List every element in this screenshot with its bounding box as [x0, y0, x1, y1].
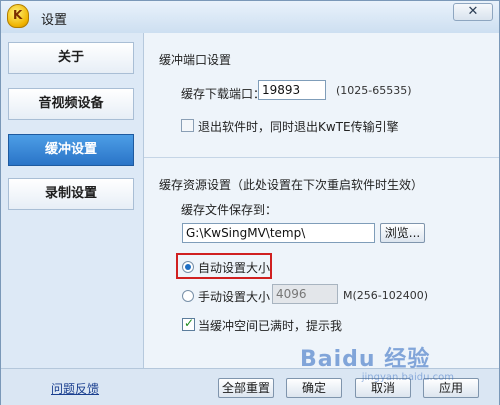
port-label: 缓存下载端口： [181, 87, 266, 101]
browse-button[interactable]: 浏览... [380, 223, 425, 243]
settings-window: 设置 ✕ 关于 音视频设备 缓冲设置 录制设置 缓冲端口设置 缓存下载端口： 1… [0, 0, 500, 405]
cache-section-title: 缓存资源设置（此处设置在下次重启软件时生效） [159, 178, 424, 192]
title-bar: 设置 ✕ [1, 1, 499, 34]
manual-size-radio[interactable] [182, 290, 194, 302]
port-section-title: 缓冲端口设置 [159, 53, 232, 67]
ok-button[interactable]: 确定 [286, 378, 342, 398]
close-button[interactable]: ✕ [453, 3, 493, 21]
sidebar-item-recording[interactable]: 录制设置 [8, 178, 134, 210]
save-to-label: 缓存文件保存到： [181, 203, 278, 217]
cache-path-input[interactable]: G:\KwSingMV\temp\ [182, 223, 375, 243]
notify-full-label: 当缓冲空间已满时，提示我 [198, 319, 343, 333]
manual-range-hint: M(256-102400) [343, 289, 429, 302]
notify-full-checkbox[interactable] [182, 316, 195, 331]
auto-size-radio[interactable] [182, 261, 194, 273]
section-divider [144, 157, 499, 158]
footer-bar: 问题反馈 全部重置 确定 取消 应用 [1, 368, 499, 405]
settings-sidebar: 关于 音视频设备 缓冲设置 录制设置 [1, 33, 144, 368]
apply-button[interactable]: 应用 [423, 378, 479, 398]
window-title: 设置 [41, 13, 68, 28]
exit-engine-label: 退出软件时，同时退出KwTE传输引擎 [198, 120, 399, 134]
sidebar-item-av-device[interactable]: 音视频设备 [8, 88, 134, 120]
buffer-settings-panel: 缓冲端口设置 缓存下载端口： 19893 (1025-65535) 退出软件时，… [144, 33, 499, 368]
manual-size-input[interactable]: 4096 [272, 284, 338, 304]
app-logo-icon [7, 4, 29, 28]
port-input[interactable]: 19893 [258, 80, 326, 100]
reset-all-button[interactable]: 全部重置 [218, 378, 274, 398]
sidebar-item-about[interactable]: 关于 [8, 42, 134, 74]
exit-engine-checkbox[interactable] [181, 119, 194, 132]
port-range-hint: (1025-65535) [336, 84, 412, 97]
cancel-button[interactable]: 取消 [355, 378, 411, 398]
feedback-link[interactable]: 问题反馈 [51, 380, 99, 397]
auto-size-label: 自动设置大小 [198, 261, 271, 275]
manual-size-label: 手动设置大小 [198, 290, 271, 304]
sidebar-item-buffer[interactable]: 缓冲设置 [8, 134, 134, 166]
